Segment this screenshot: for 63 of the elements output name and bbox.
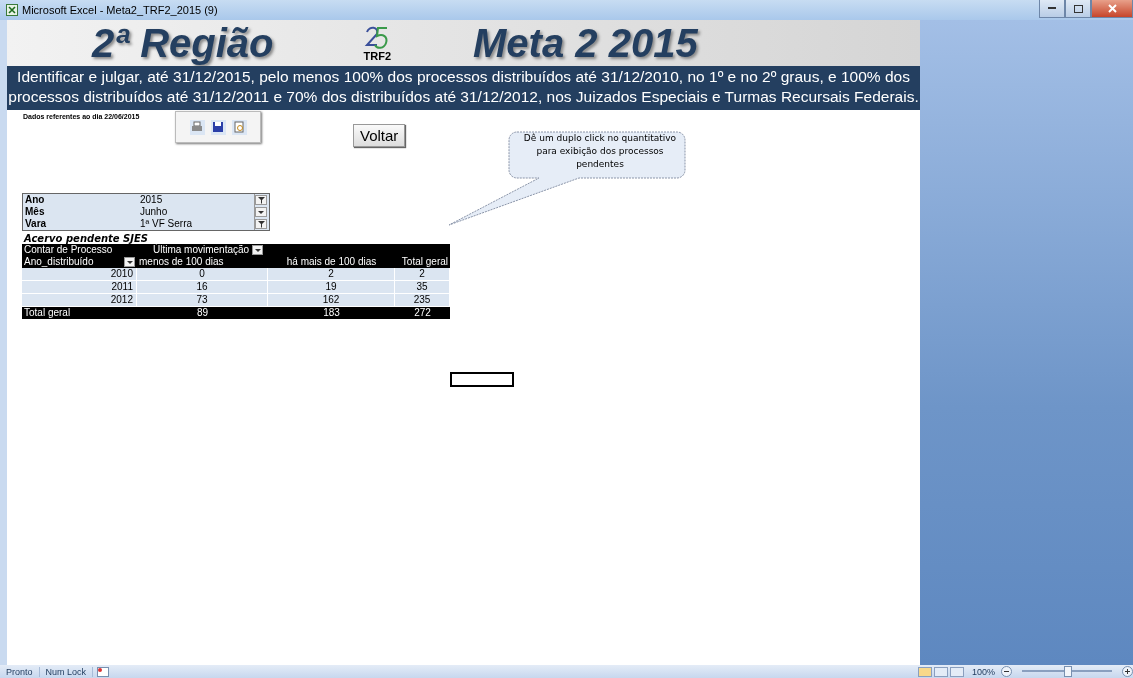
status-text: Num Lock [39, 666, 94, 677]
plus-icon [1125, 669, 1130, 674]
print-preview-button[interactable] [231, 119, 247, 135]
restore-button[interactable] [1065, 0, 1091, 18]
column-header: há mais de 100 dias [268, 256, 395, 268]
column-header: menos de 100 dias [137, 256, 268, 268]
pivot-title: Acervo pendente SJES [24, 233, 150, 244]
table-cell[interactable]: 235 [395, 294, 450, 307]
row-label: 2011 [22, 281, 137, 294]
column-header: Total geral [395, 256, 450, 268]
table-cell[interactable]: 16 [137, 281, 268, 294]
minimize-button[interactable] [1039, 0, 1065, 18]
table-cell[interactable]: 35 [395, 281, 450, 294]
total-label: Total geral [22, 307, 137, 319]
dropdown-arrow-icon [125, 258, 134, 266]
table-cell[interactable]: 19 [268, 281, 395, 294]
region-title: 2ª Região [92, 20, 274, 66]
minimize-icon [1048, 7, 1056, 10]
zoom-slider-thumb[interactable] [1064, 666, 1072, 677]
minus-icon [1004, 671, 1009, 672]
column-filter-button[interactable] [252, 245, 264, 255]
measure-header: Contar de Processo [22, 244, 137, 256]
status-text: Pronto [0, 666, 40, 677]
table-cell[interactable]: 2 [395, 268, 450, 281]
table-cell[interactable]: 73 [137, 294, 268, 307]
dropdown-arrow-icon [257, 208, 265, 216]
filter-icon [257, 220, 265, 228]
table-cell[interactable]: 2 [268, 268, 395, 281]
filter-dropdown-button[interactable] [255, 195, 267, 205]
table-cell[interactable]: 0 [137, 268, 268, 281]
row-filter-button[interactable] [124, 257, 135, 267]
row-label: 2010 [22, 268, 137, 281]
filter-dropdown-button[interactable] [255, 207, 267, 217]
cell-cursor[interactable] [450, 372, 514, 387]
filter-field-label: Vara [24, 218, 48, 230]
restore-icon [1073, 4, 1083, 13]
total-cell: 272 [395, 307, 450, 319]
close-button[interactable] [1091, 0, 1133, 18]
zoom-percent: 100% [971, 666, 995, 677]
column-field-label: Última movimentação [153, 244, 250, 256]
logo-text: TRF2 [363, 50, 392, 62]
close-icon [1107, 4, 1117, 13]
row-field-label: Ano_distribuído [24, 256, 94, 268]
save-button[interactable] [210, 119, 226, 135]
row-label: 2012 [22, 294, 137, 307]
total-cell: 183 [268, 307, 395, 319]
dropdown-arrow-icon [253, 246, 262, 254]
spreadsheet-app-icon [6, 4, 18, 16]
print-button[interactable] [189, 119, 205, 135]
zoom-in-button[interactable] [1122, 666, 1133, 677]
back-button[interactable]: Voltar [353, 124, 406, 147]
window-title: Microsoft Excel - Meta2_TRF2_2015 (9) [22, 4, 219, 16]
filter-dropdown-button[interactable] [255, 219, 267, 229]
total-cell: 89 [137, 307, 268, 319]
filter-icon [257, 196, 265, 204]
zoom-out-button[interactable] [1001, 666, 1012, 677]
filter-field-label: Ano [24, 194, 46, 206]
table-cell[interactable]: 162 [268, 294, 395, 307]
goal-description: Identificar e julgar, até 31/12/2015, pelo menos 100% dos processos distribuídos até 31/12/2010, no 1º e no 2º graus, e 100% dos processos distribuídos até 31/12/2011 e 70% dos distribuídos até 31/12/2012, nos Juizados Especiais e Turmas Recursais Federais. [7, 66, 920, 110]
macro-record-icon [97, 666, 110, 677]
filter-field-label: Mês [24, 206, 46, 218]
goal-title: Meta 2 2015 [473, 20, 698, 66]
callout-text: Dê um duplo click no quantitativo para exibição dos processos pendentes [522, 132, 678, 171]
